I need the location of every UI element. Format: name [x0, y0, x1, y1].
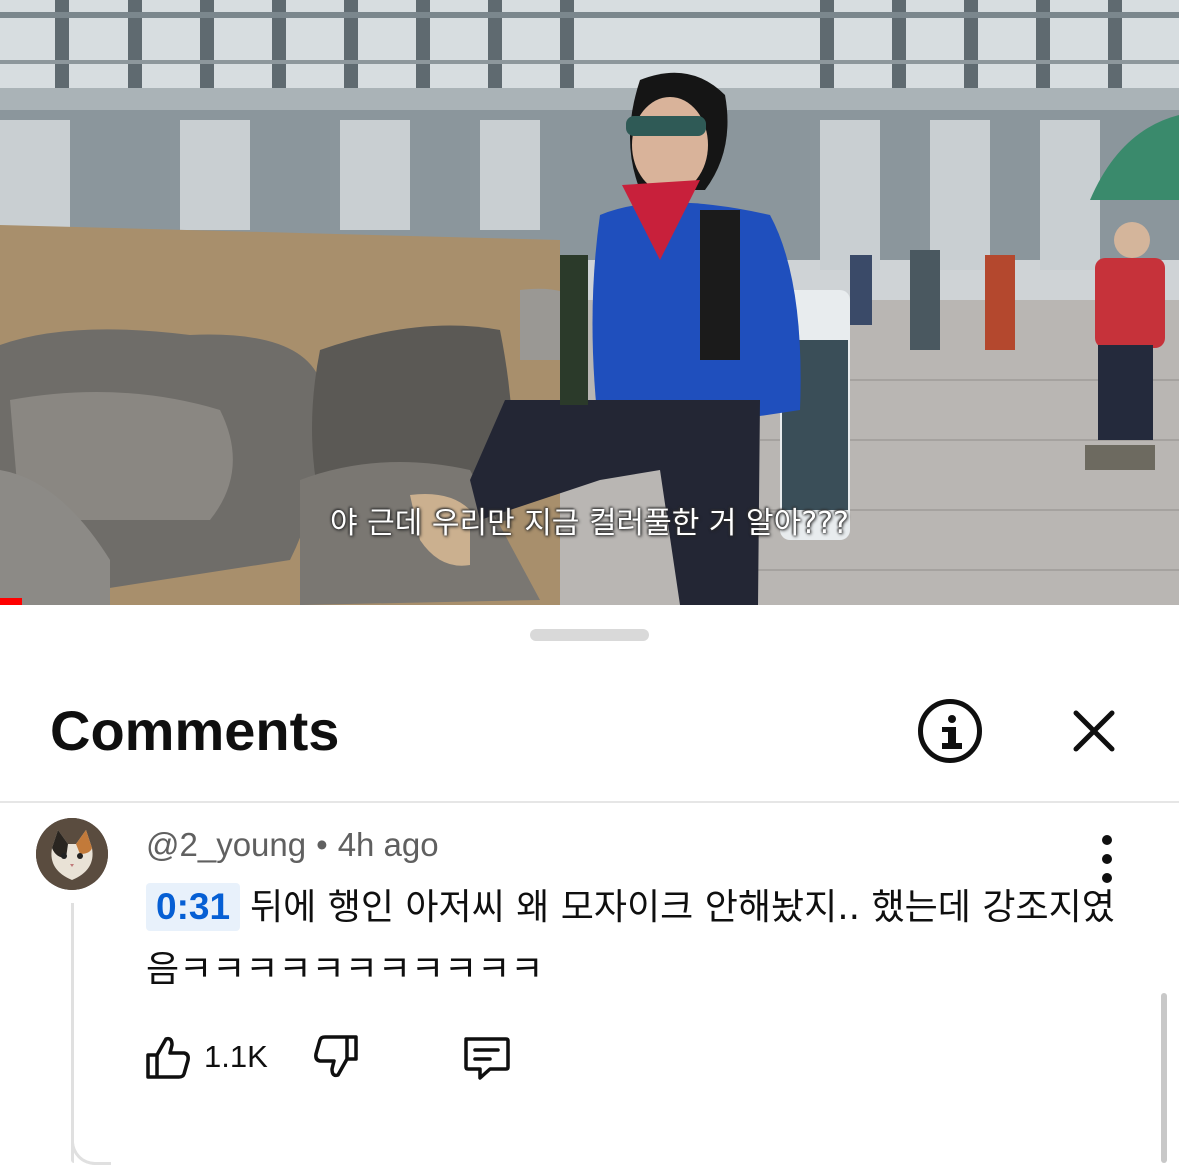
comments-title: Comments: [50, 699, 340, 762]
comment-body-text: 뒤에 행인 아저씨 왜 모자이크 안해놨지.. 했는데 강조지였음ㅋㅋㅋㅋㅋㅋㅋ…: [146, 887, 1115, 990]
avatar[interactable]: [36, 818, 108, 890]
like-count: 1.1K: [204, 1039, 268, 1074]
header-divider: [0, 801, 1179, 803]
thumbs-up-icon[interactable]: [144, 1033, 192, 1081]
close-icon[interactable]: [1068, 705, 1120, 757]
thread-line: [71, 903, 74, 1163]
comment-actions: 1.1K: [144, 1033, 544, 1089]
video-player[interactable]: 야 근데 우리만 지금 컬러풀한 거 알아???: [0, 0, 1179, 605]
comment-time: 4h ago: [337, 826, 439, 863]
reply-icon[interactable]: [460, 1033, 512, 1081]
thumbs-down-icon[interactable]: [312, 1033, 360, 1081]
sheet-drag-handle[interactable]: [530, 629, 649, 641]
comment-meta: @2_young • 4h ago: [146, 825, 439, 865]
timestamp-link[interactable]: 0:31: [146, 883, 241, 931]
comment-text: 0:31 뒤에 행인 아저씨 왜 모자이크 안해놨지.. 했는데 강조지였음ㅋㅋㅋ…: [146, 877, 1126, 1001]
cat-avatar-icon: [36, 818, 108, 890]
info-icon[interactable]: [918, 699, 982, 763]
more-vert-icon[interactable]: [1097, 835, 1117, 883]
comments-sheet: Comments @2_young • 4h ago 0:31 뒤에 행인 아저씨 왜…: [0, 605, 1179, 1165]
comment-author[interactable]: @2_young: [146, 826, 306, 863]
meta-separator: •: [316, 826, 328, 863]
thread-curve: [71, 1125, 111, 1165]
video-subtitle: 야 근데 우리만 지금 컬러풀한 거 알아???: [330, 506, 849, 541]
video-progress-bar[interactable]: [0, 598, 22, 605]
scrollbar[interactable]: [1161, 993, 1167, 1163]
